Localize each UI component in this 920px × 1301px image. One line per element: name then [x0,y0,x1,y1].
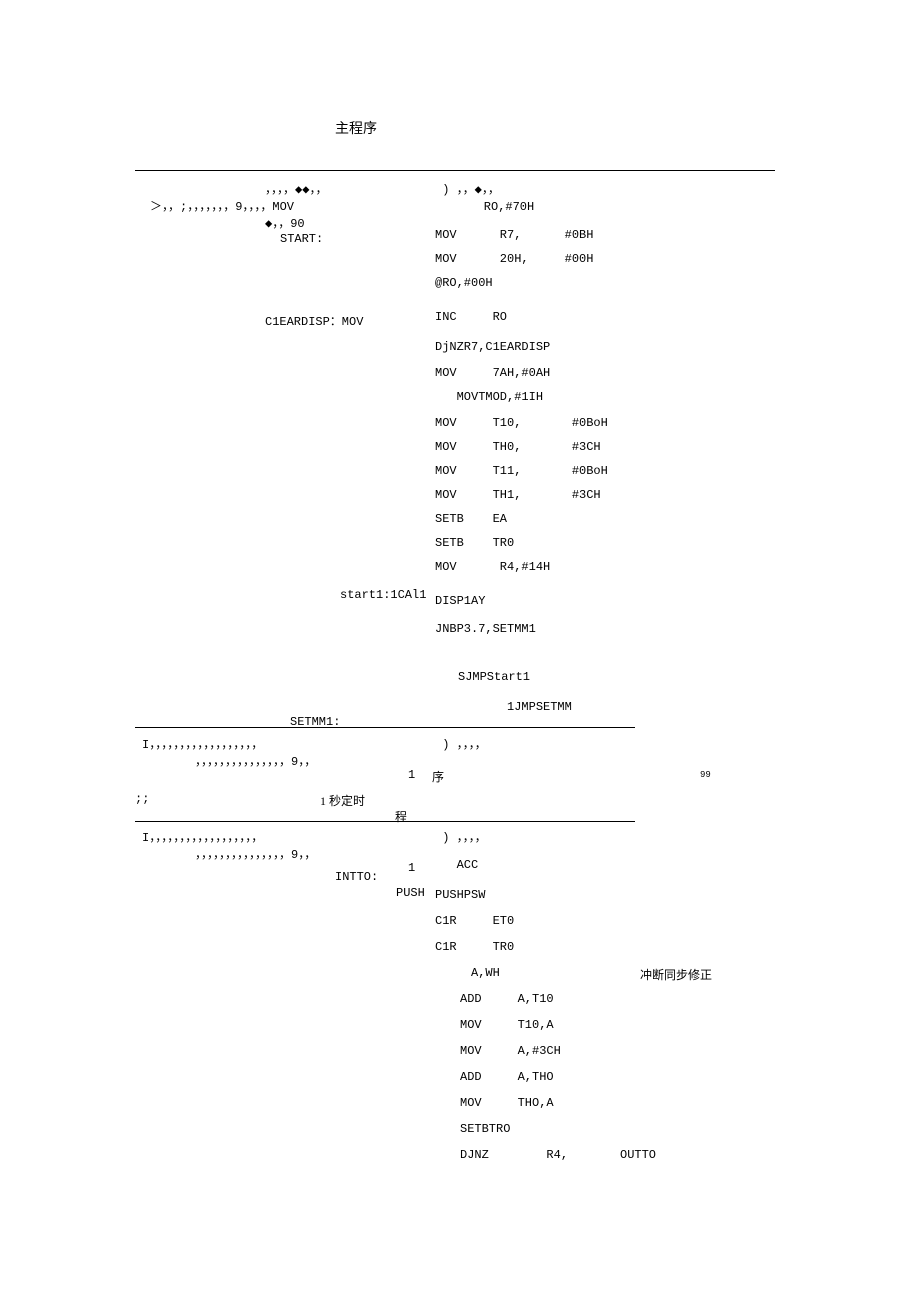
code-line: MOV 20H, #00H [435,252,593,266]
code-line: DISP1AY [435,594,485,608]
code-line: PUSH [396,886,425,900]
text-label: 99 [700,770,711,780]
code-line: DjNZR7,C1EARDISP [435,340,550,354]
code-line: ) ，，，， [435,735,487,752]
code-line: 1 [408,861,415,875]
divider [135,170,775,171]
code-line: C1EARDISP：MOV [265,312,363,329]
code-line: INC RO [435,310,507,324]
code-line: MOV T10, #0BoH [435,416,608,430]
code-line: ＞，，;，，，，，，，9，，，，MOV [150,197,294,214]
code-line: I，，，，，，，，，，，，，，，，，， [142,828,263,845]
code-line: MOV R4,#14H [435,560,550,574]
code-line: INTTO: [335,870,378,884]
code-line: ◆，，90 [265,214,305,231]
code-line: MOV TH1, #3CH [435,488,601,502]
code-line: ，，，，◆◆，， [265,180,327,197]
text-label: 序 [432,768,444,785]
code-line: MOV T11, #0BoH [435,464,608,478]
code-line: 1 [408,768,415,782]
code-line: ，，，，，，，，，，，，，，，9，， [195,845,316,862]
code-line: JNBP3.7,SETMM1 [435,622,536,636]
code-line: OUTTO [620,1148,656,1162]
code-line: ADD A,THO [460,1070,554,1084]
code-line: SETB TR0 [435,536,514,550]
code-line: RO,#70H [455,200,534,214]
code-line: ;; [135,792,149,806]
divider [135,727,635,728]
code-line: SETBTRO [460,1122,510,1136]
page-title: 主程序 [335,118,377,138]
code-line: ，，，，，，，，，，，，，，，9，， [195,752,316,769]
code-line: ACC [435,858,478,872]
code-line: MOV T10,A [460,1018,554,1032]
code-line: I，，，，，，，，，，，，，，，，，， [142,735,263,752]
code-line: START: [280,232,323,246]
code-line: ) ，，◆，， [435,180,500,197]
code-line: ADD A,T10 [460,992,554,1006]
code-line: DJNZ R4, [460,1148,568,1162]
text-label: 程 [395,808,407,825]
code-line: 1JMPSETMM [435,700,572,714]
code-line: MOV A,#3CH [460,1044,561,1058]
text-label: 冲断同步修正 [640,966,712,983]
code-line: MOV R7, #0BH [435,228,593,242]
code-line: MOV THO,A [460,1096,554,1110]
code-line: SJMPStart1 [458,670,530,684]
code-line: start1:1CAl1 [340,588,426,602]
text-label: 1 秒定时 [320,792,365,809]
code-line: MOVTMOD,#1IH [435,390,543,404]
code-line: C1R TR0 [435,940,514,954]
code-line: MOV 7AH,#0AH [435,366,550,380]
code-line: PUSHPSW [435,888,485,902]
code-line: MOV TH0, #3CH [435,440,601,454]
code-line: ) ，，，， [435,828,487,845]
divider [135,821,635,822]
code-line: @RO,#00H [435,276,493,290]
code-line: SETB EA [435,512,507,526]
code-line: C1R ET0 [435,914,514,928]
code-line: A,WH [435,966,500,980]
